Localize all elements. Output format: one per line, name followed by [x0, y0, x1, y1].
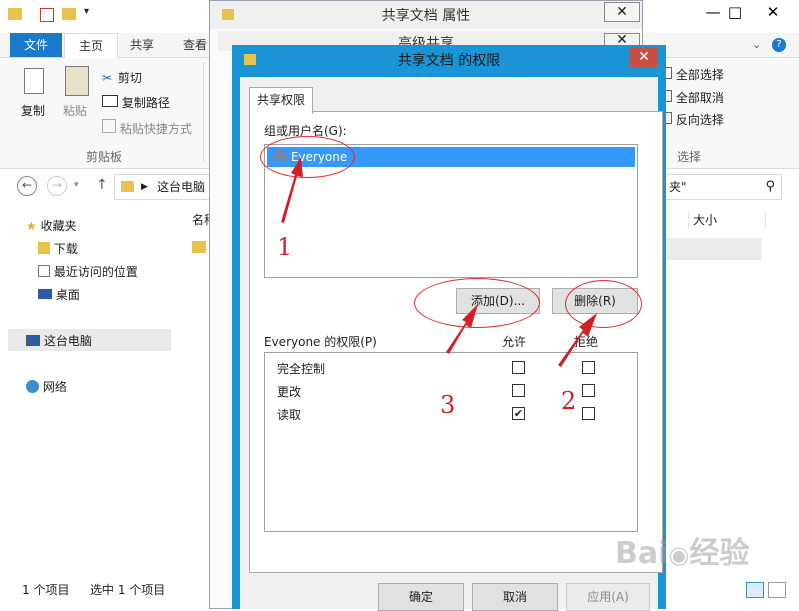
watermark-logo: Bai◉经验 — [615, 536, 750, 571]
annotation-arrow-1 — [281, 157, 303, 223]
annotation-number-1: 1 — [277, 233, 293, 261]
annotation-arrow-2 — [558, 313, 597, 367]
annotation-arrows — [281, 157, 597, 367]
annotation-arrow-3 — [446, 304, 478, 354]
annotation-number-3: 3 — [440, 391, 456, 419]
annotation-number-2: 2 — [561, 387, 577, 415]
